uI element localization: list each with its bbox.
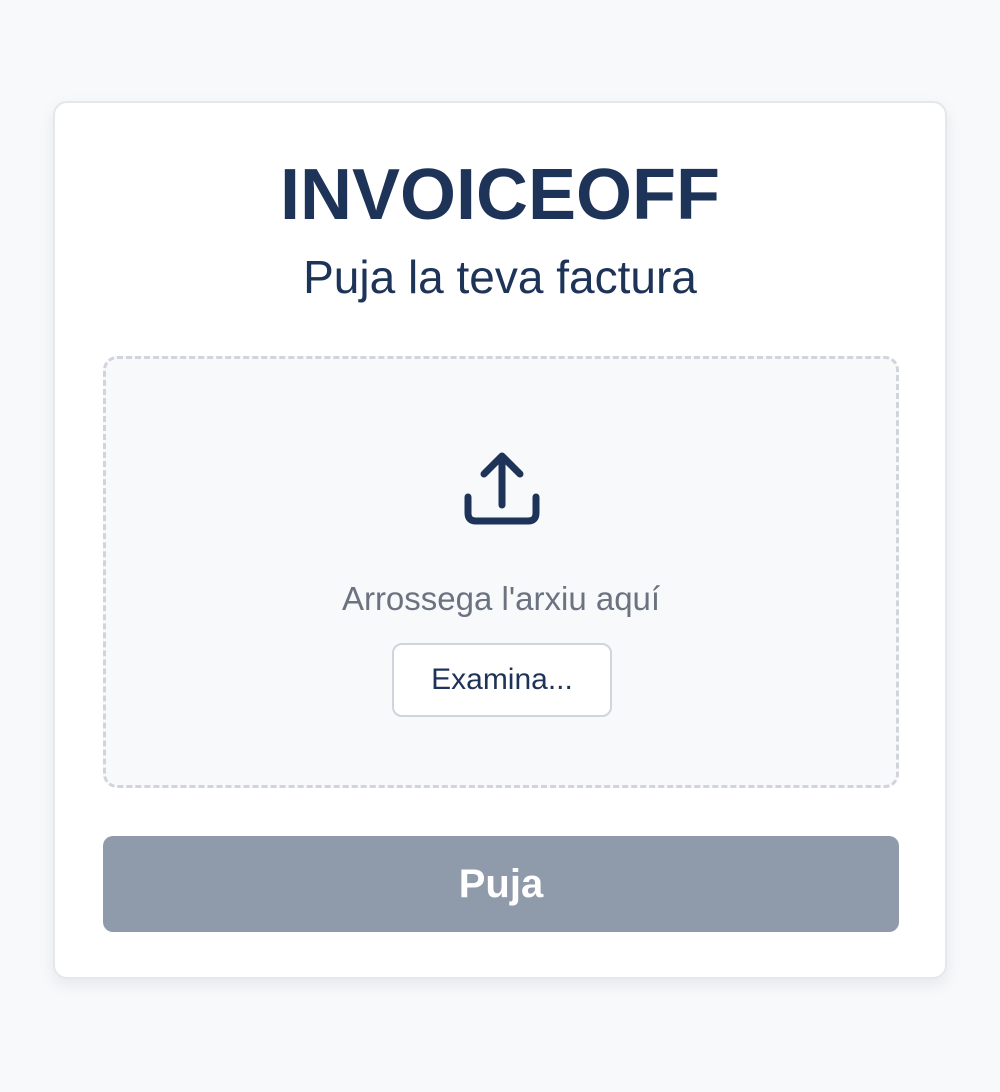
- browse-button[interactable]: Examina...: [392, 643, 612, 717]
- file-dropzone[interactable]: Arrossega l'arxiu aquí Examina...: [103, 356, 899, 788]
- page-subtitle: Puja la teva factura: [303, 251, 697, 303]
- upload-card: INVOICEOFF Puja la teva factura Arrosseg…: [53, 101, 947, 979]
- upload-submit-button[interactable]: Puja: [103, 836, 899, 932]
- upload-icon: [460, 447, 544, 531]
- app-brand-title: INVOICEOFF: [279, 155, 720, 235]
- drop-prompt-text: Arrossega l'arxiu aquí: [341, 580, 661, 617]
